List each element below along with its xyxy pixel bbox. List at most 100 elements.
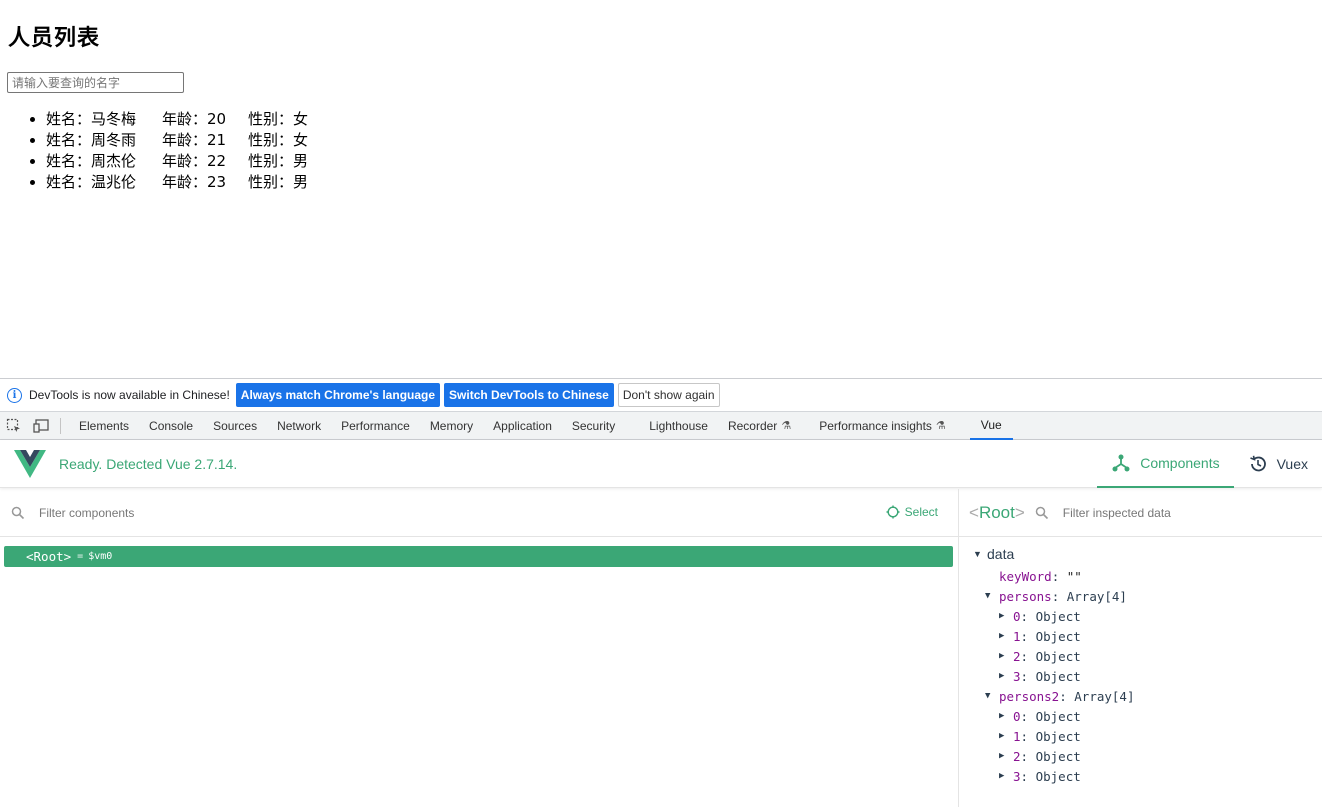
inspector-pane: <Root> ▼ data keyWord: "" ▼ persons: Array… (959, 489, 1322, 807)
tab-recorder[interactable]: Recorder ⚗ (718, 412, 801, 440)
expanded-arrow-icon: ▼ (973, 548, 982, 559)
collapsed-arrow-icon: ▶ (999, 731, 1005, 741)
tab-performance-insights-label: Performance insights (819, 418, 932, 433)
nav-vuex[interactable]: Vuex (1234, 440, 1322, 488)
tab-network[interactable]: Network (267, 412, 331, 440)
infobar-message: DevTools is now available in Chinese! (29, 388, 230, 402)
data-key: 0 (1013, 708, 1021, 724)
data-colon: : (1020, 608, 1036, 624)
inspector-data-tree: ▼ data keyWord: "" ▼ persons: Array[4] ▶ 0:… (959, 541, 1322, 786)
toolbar-divider (60, 417, 61, 434)
filter-inspected-data-input[interactable] (1060, 504, 1261, 521)
data-row-item[interactable]: ▶ 3: Object (959, 666, 1322, 686)
data-row-keyword[interactable]: keyWord: "" (959, 566, 1322, 586)
nav-components[interactable]: Components (1097, 440, 1234, 488)
component-tree-pane: Select <Root> = $vm0 (0, 489, 959, 807)
filter-components-input[interactable] (37, 504, 737, 521)
data-colon: : (1020, 728, 1036, 744)
data-key: keyWord (999, 568, 1052, 584)
tab-console[interactable]: Console (139, 412, 203, 440)
collapsed-arrow-icon: ▶ (999, 651, 1005, 661)
person-name: 姓名：周杰伦 (46, 152, 137, 170)
data-value: Object (1035, 608, 1081, 624)
data-value: Object (1035, 668, 1081, 684)
data-row-item[interactable]: ▶ 3: Object (959, 766, 1322, 786)
data-row-item[interactable]: ▶ 2: Object (959, 746, 1322, 766)
person-sex: 性别：男 (248, 173, 309, 191)
data-row-persons[interactable]: ▼ persons: Array[4] (959, 586, 1322, 606)
data-value: Object (1035, 648, 1081, 664)
data-row-item[interactable]: ▶ 0: Object (959, 706, 1322, 726)
data-key: 0 (1013, 608, 1021, 624)
select-label: Select (904, 505, 938, 519)
person-name: 姓名：温兆伦 (46, 173, 137, 191)
tab-recorder-label: Recorder (727, 418, 778, 433)
vue-detection-status: Ready. Detected Vue 2.7.14. (59, 455, 238, 472)
data-key: 3 (1013, 768, 1021, 784)
data-colon: : (1020, 768, 1036, 784)
always-match-language-button[interactable]: Always match Chrome's language (235, 383, 441, 407)
root-equals: = (77, 551, 84, 562)
name-search-input[interactable] (7, 72, 184, 93)
tab-security[interactable]: Security (562, 412, 639, 440)
nav-components-label: Components (1140, 455, 1220, 471)
data-key: persons (999, 588, 1052, 604)
data-key: 3 (1013, 668, 1021, 684)
collapsed-arrow-icon: ▶ (999, 611, 1005, 621)
collapsed-arrow-icon: ▶ (999, 631, 1005, 641)
person-list: 姓名：马冬梅年龄：20性别：女 姓名：周冬雨年龄：21性别：女 姓名：周杰伦年龄… (8, 109, 308, 193)
vue-logo-icon (14, 449, 46, 478)
page-title: 人员列表 (8, 26, 101, 51)
person-sex: 性别：女 (248, 131, 309, 149)
search-icon (1035, 506, 1048, 519)
data-value: Array[4] (1066, 588, 1127, 604)
inspect-element-icon[interactable] (0, 412, 28, 440)
data-row-item[interactable]: ▶ 1: Object (959, 626, 1322, 646)
data-section-label: data (987, 545, 1015, 562)
tab-sources[interactable]: Sources (203, 412, 267, 440)
device-toolbar-icon[interactable] (28, 412, 56, 440)
person-name: 姓名：周冬雨 (46, 131, 137, 149)
select-component-button[interactable]: Select (886, 505, 938, 519)
list-item: 姓名：马冬梅 年龄：20 性别：女 (46, 109, 308, 130)
person-age: 年龄：23 (162, 173, 227, 191)
switch-to-chinese-button[interactable]: Switch DevTools to Chinese (444, 383, 614, 407)
page-content: 人员列表 姓名：马冬梅 年龄：20 性别：女 姓名：周冬雨 年龄：21 性别：女 姓名：… (0, 0, 1322, 378)
data-key: persons2 (999, 688, 1060, 704)
data-row-item[interactable]: ▶ 0: Object (959, 606, 1322, 626)
list-item: 姓名：温兆伦 年龄：23 性别：男 (46, 172, 308, 193)
data-value: Object (1035, 708, 1081, 724)
tab-application[interactable]: Application (483, 412, 562, 440)
devtools-tabbar: Elements Console Sources Network Perform… (0, 412, 1322, 440)
tab-elements[interactable]: Elements (69, 412, 139, 440)
nav-vuex-label: Vuex (1276, 456, 1308, 472)
data-key: 2 (1013, 748, 1021, 764)
component-root-row[interactable]: <Root> = $vm0 (4, 546, 953, 567)
person-age: 年龄：20 (162, 110, 227, 128)
data-key: 2 (1013, 648, 1021, 664)
devtools-panel: i DevTools is now available in Chinese! … (0, 378, 1322, 807)
data-colon: : (1051, 568, 1067, 584)
history-icon (1249, 455, 1266, 472)
inspected-root-label: Root (978, 502, 1015, 522)
person-sex: 性别：女 (248, 110, 309, 128)
tab-vue[interactable]: Vue (969, 412, 1013, 440)
data-colon: : (1020, 708, 1036, 724)
data-row-item[interactable]: ▶ 1: Object (959, 726, 1322, 746)
data-colon: : (1020, 668, 1036, 684)
data-row-item[interactable]: ▶ 2: Object (959, 646, 1322, 666)
tab-performance-insights[interactable]: Performance insights ⚗ (801, 412, 956, 440)
tab-memory[interactable]: Memory (420, 412, 483, 440)
tab-performance[interactable]: Performance (331, 412, 420, 440)
data-key: 1 (1013, 628, 1021, 644)
expanded-arrow-icon: ▼ (985, 691, 991, 701)
data-section-header[interactable]: ▼ data (959, 541, 1322, 566)
root-component-tag: <Root> (26, 549, 72, 564)
dont-show-again-button[interactable]: Don't show again (617, 383, 720, 407)
list-item: 姓名：周杰伦 年龄：22 性别：男 (46, 151, 308, 172)
expanded-arrow-icon: ▼ (985, 591, 991, 601)
collapsed-arrow-icon: ▶ (999, 771, 1005, 781)
data-value: Object (1035, 768, 1081, 784)
data-row-persons2[interactable]: ▼ persons2: Array[4] (959, 686, 1322, 706)
tab-lighthouse[interactable]: Lighthouse (639, 412, 718, 440)
